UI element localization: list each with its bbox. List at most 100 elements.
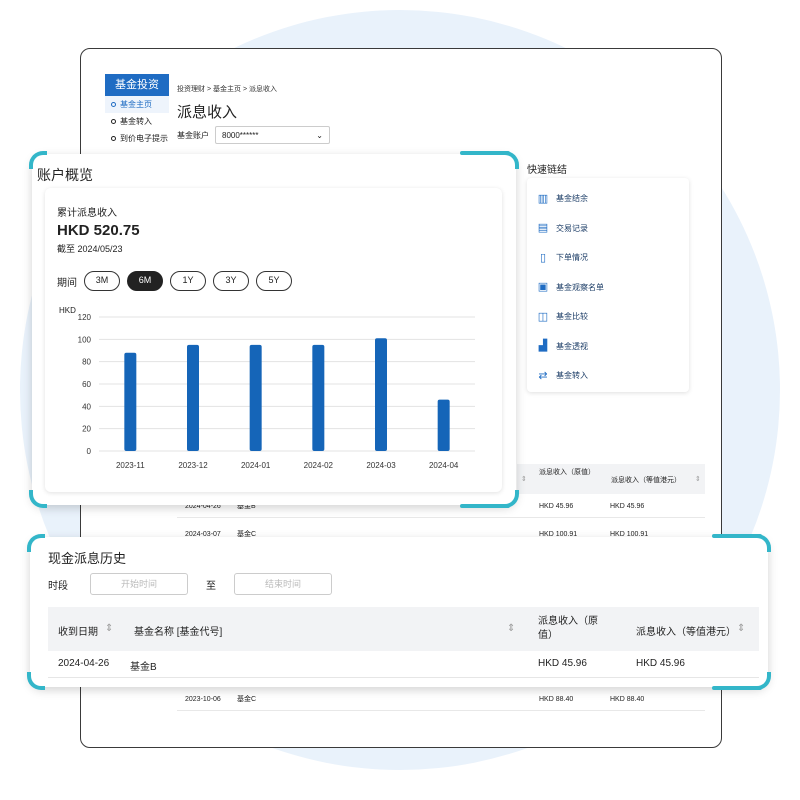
sidebar-item-price-alert[interactable]: 到价电子提示 <box>105 130 169 147</box>
quick-link-transactions[interactable]: ▤ 交易记录 <box>527 214 689 244</box>
table-row[interactable]: 2023-10-06 基金C HKD 88.40 HKD 88.40 <box>177 688 705 711</box>
overview-title: 账户概览 <box>37 167 93 183</box>
history-table-header: 收到日期 ⇕ 基金名称 [基金代号] ⇕ 派息收入（原值） 派息收入（等值港元）… <box>48 607 759 651</box>
bullet-icon <box>111 102 116 107</box>
x-tick-label: 2024-03 <box>366 461 396 470</box>
breadcrumb-separator: > <box>206 86 212 93</box>
account-label: 基金账户 <box>177 130 209 140</box>
x-tick-label: 2024-01 <box>241 461 271 470</box>
quick-link-fund-balance[interactable]: ▥ 基金结余 <box>527 184 689 214</box>
y-tick-label: 120 <box>78 313 92 322</box>
quick-link-compare[interactable]: ◫ 基金比较 <box>527 302 689 332</box>
end-date-input[interactable]: 结束时间 <box>234 573 332 595</box>
record-icon: ▤ <box>537 222 549 235</box>
period-5y-button[interactable]: 5Y <box>256 271 292 291</box>
accent-corner <box>29 490 47 508</box>
page-title: 派息收入 <box>177 104 238 121</box>
y-tick-label: 100 <box>78 335 92 344</box>
sort-icon[interactable]: ⇕ <box>737 623 745 634</box>
sort-icon[interactable]: ⇕ <box>105 623 113 634</box>
quick-link-label: 基金转入 <box>556 371 588 381</box>
sort-icon[interactable]: ⇕ <box>521 475 527 483</box>
chart-bar <box>124 352 137 451</box>
period-6m-button[interactable]: 6M <box>127 271 163 291</box>
quick-link-transfer[interactable]: ⇄ 基金转入 <box>527 361 689 391</box>
y-tick-label: 80 <box>82 358 91 367</box>
table-row[interactable]: 2024-04-26 基金B HKD 45.96 HKD 45.96 <box>48 651 759 678</box>
chevron-down-icon: ⌄ <box>316 130 323 140</box>
quick-link-orders[interactable]: ▯ 下单情况 <box>527 243 689 273</box>
sidebar-item-label: 到价电子提示 <box>120 134 168 143</box>
sidebar-item-label: 基金转入 <box>120 117 152 126</box>
x-tick-label: 2023-12 <box>178 461 208 470</box>
quick-link-insight[interactable]: ▟ 基金透视 <box>527 332 689 362</box>
chart-bar <box>437 399 450 451</box>
sidebar-item-fund-transfer[interactable]: 基金转入 <box>105 113 169 130</box>
accent-line <box>712 686 762 690</box>
start-date-input[interactable]: 开始时间 <box>90 573 188 595</box>
account-value: 8000****** <box>222 130 259 140</box>
quick-link-label: 基金透视 <box>556 341 588 351</box>
quick-link-label: 下单情况 <box>556 253 588 263</box>
history-title: 现金派息历史 <box>48 551 127 566</box>
breadcrumb-item[interactable]: 投资理财 <box>177 86 205 93</box>
period-label: 时段 <box>48 580 68 592</box>
column-header-fund: 基金名称 [基金代号] <box>134 627 223 638</box>
sort-icon[interactable]: ⇕ <box>507 623 515 634</box>
to-label: 至 <box>206 580 216 592</box>
quick-links-panel: ▥ 基金结余 ▤ 交易记录 ▯ 下单情况 ▣ 基金观察名单 ◫ 基金比较 ▟ 基金透视 ⇄ 基… <box>527 178 689 392</box>
period-1y-button[interactable]: 1Y <box>170 271 206 291</box>
x-tick-label: 2024-04 <box>429 461 459 470</box>
sidebar-header: 基金投资 <box>105 74 169 96</box>
transfer-icon: ⇄ <box>538 369 548 382</box>
cell-orig: HKD 88.40 <box>539 695 574 703</box>
breadcrumb-separator: > <box>242 86 248 93</box>
accent-corner <box>27 534 45 552</box>
cell-orig: HKD 45.96 <box>539 502 574 510</box>
quick-link-watchlist[interactable]: ▣ 基金观察名单 <box>527 273 689 303</box>
sidebar: 基金投资 基金主页 基金转入 到价电子提示 <box>105 74 169 147</box>
accent-line <box>460 151 510 155</box>
compare-icon: ◫ <box>537 310 549 323</box>
date-range-filter: 时段 开始时间 至 结束时间 <box>48 573 332 595</box>
bullet-icon <box>111 136 116 141</box>
x-tick-label: 2024-02 <box>304 461 334 470</box>
accent-corner <box>27 672 45 690</box>
period-selector: 期间 3M 6M 1Y 3Y 5Y <box>57 271 292 291</box>
y-tick-label: 40 <box>82 402 91 411</box>
sidebar-item-label: 基金主页 <box>120 100 152 109</box>
breadcrumb-item[interactable]: 基金主页 <box>213 86 241 93</box>
account-overview-card: 账户概览 累计派息收入 HKD 520.75 截至 2024/05/23 期间 … <box>29 151 519 508</box>
sidebar-item-fund-home[interactable]: 基金主页 <box>105 96 169 113</box>
cell-hkd: HKD 45.96 <box>636 658 685 669</box>
chart-bar <box>312 344 325 451</box>
breadcrumb: 投资理财 > 基金主页 > 派息收入 <box>177 84 277 94</box>
watchlist-icon: ▣ <box>537 281 549 294</box>
table-header: ⇕ 派息收入（原值） 派息收入（等值港元） ⇕ <box>517 464 705 494</box>
quick-link-label: 基金结余 <box>556 194 588 204</box>
column-header-hkd: 派息收入（等值港元） <box>636 627 736 638</box>
account-select[interactable]: 8000****** ⌄ <box>215 126 330 144</box>
y-tick-label: 20 <box>82 425 91 434</box>
cell-hkd: HKD 88.40 <box>610 695 645 703</box>
quick-link-label: 基金观察名单 <box>556 282 604 292</box>
period-label: 期间 <box>57 277 77 289</box>
y-axis-label: HKD <box>59 306 76 315</box>
column-header-orig: 派息收入（原值） <box>539 469 595 476</box>
column-header-date: 收到日期 <box>58 627 98 638</box>
cell-hkd: HKD 45.96 <box>610 502 645 510</box>
period-3m-button[interactable]: 3M <box>84 271 120 291</box>
cumulative-label: 累计派息收入 <box>57 208 117 219</box>
sort-icon[interactable]: ⇕ <box>695 475 701 483</box>
column-header-orig: 派息收入（原值） <box>538 616 598 641</box>
account-row: 基金账户 8000****** ⌄ <box>177 126 330 144</box>
chart-bar <box>249 344 262 451</box>
cell-fund: 基金C <box>237 696 257 703</box>
chart-bar <box>375 338 387 451</box>
period-3y-button[interactable]: 3Y <box>213 271 249 291</box>
insight-icon: ▟ <box>538 340 548 353</box>
breadcrumb-item: 派息收入 <box>249 86 277 93</box>
overview-panel: 累计派息收入 HKD 520.75 截至 2024/05/23 期间 3M 6M… <box>45 188 502 492</box>
quick-link-label: 交易记录 <box>556 223 588 233</box>
y-tick-label: 0 <box>87 447 92 456</box>
